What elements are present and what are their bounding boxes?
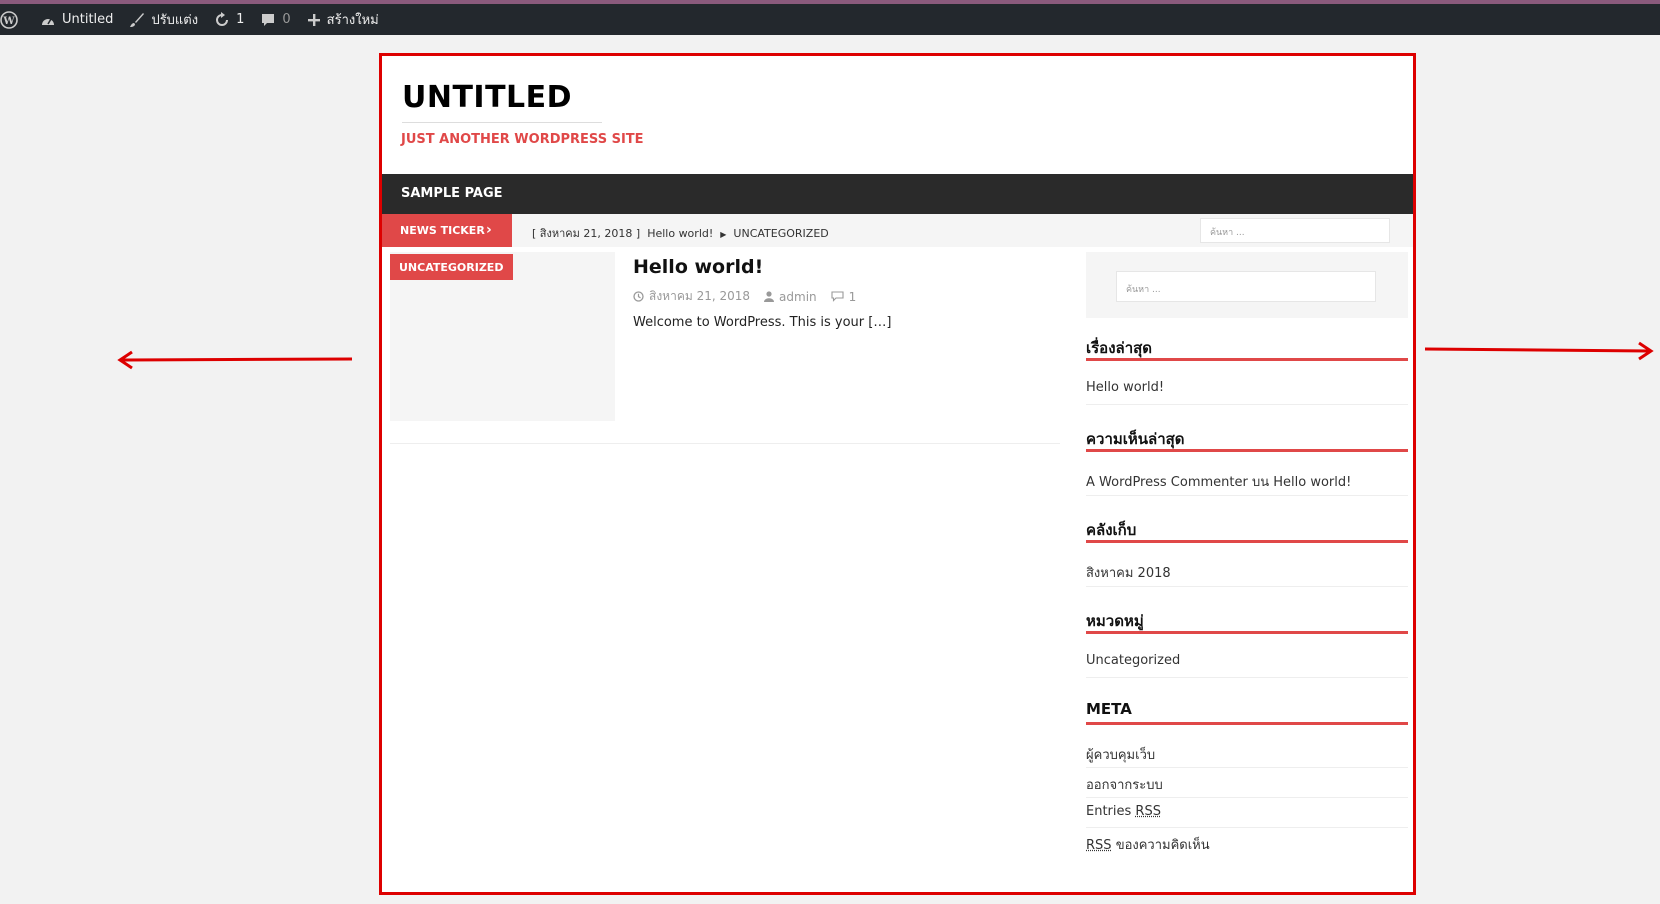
wordpress-icon: W — [0, 10, 18, 29]
caret-right-icon: ▶ — [720, 230, 727, 239]
highlighted-site-frame: UNTITLED JUST ANOTHER WORDPRESS SITE SAM… — [379, 53, 1416, 895]
sidebar-search-input[interactable]: ค้นหา ... — [1116, 271, 1376, 302]
updates-button[interactable]: 1 — [206, 4, 252, 35]
site-name-label: Untitled — [62, 12, 114, 27]
right-arrow-annotation — [1424, 341, 1654, 361]
item-divider — [1086, 586, 1408, 587]
comment-author-link[interactable]: A WordPress Commenter — [1086, 475, 1248, 490]
site-title[interactable]: UNTITLED — [402, 80, 572, 115]
meta-entries-rss-link[interactable]: Entries RSS — [1086, 804, 1161, 819]
chevron-right-icon: › — [486, 222, 492, 238]
ticker-item[interactable]: [ สิงหาคม 21, 2018 ] Hello world! ▶ UNCA… — [532, 224, 829, 242]
comment-bubble-icon — [262, 13, 275, 26]
customize-button[interactable]: ปรับแต่ง — [121, 4, 206, 35]
post-date: สิงหาคม 21, 2018 — [633, 287, 750, 306]
item-divider — [1086, 677, 1408, 678]
ticker-date: [ สิงหาคม 21, 2018 ] — [532, 227, 641, 240]
item-divider — [1086, 797, 1408, 798]
post-author[interactable]: admin — [764, 290, 817, 304]
post-comments[interactable]: 1 — [831, 289, 857, 304]
site-header: UNTITLED JUST ANOTHER WORDPRESS SITE — [382, 56, 1413, 174]
widget-rule — [1086, 358, 1408, 361]
item-divider — [1086, 827, 1408, 828]
post-category-badge[interactable]: UNCATEGORIZED — [390, 254, 514, 280]
post-comments-count: 1 — [848, 289, 857, 304]
new-content-label: สร้างใหม่ — [326, 13, 379, 28]
left-arrow-annotation — [117, 350, 353, 370]
updates-count: 1 — [236, 12, 245, 27]
comments-rss-text: ของความคิดเห็น — [1115, 838, 1210, 853]
wordpress-logo-button[interactable]: W — [0, 4, 32, 35]
widget-rule — [1086, 449, 1408, 452]
comment-on-text: บน — [1251, 475, 1270, 490]
post-author-text: admin — [779, 289, 817, 304]
meta-admin-link[interactable]: ผู้ควบคุมเว็บ — [1086, 744, 1155, 765]
ticker-headline[interactable]: Hello world! — [647, 227, 713, 240]
refresh-icon — [216, 11, 229, 26]
nav-item-sample-page[interactable]: SAMPLE PAGE — [401, 186, 503, 201]
header-search-input[interactable]: ค้นหา ... — [1200, 218, 1390, 243]
news-ticker: NEWS TICKER › [ สิงหาคม 21, 2018 ] Hello… — [382, 214, 1413, 247]
widget-title-categories: หมวดหมู่ — [1086, 612, 1144, 630]
meta-logout-link[interactable]: ออกจากระบบ — [1086, 774, 1163, 795]
clock-icon — [633, 291, 644, 302]
read-more-link[interactable]: […] — [868, 315, 891, 330]
brush-icon — [130, 12, 145, 27]
widget-title-archives: คลังเก็บ — [1086, 521, 1137, 539]
meta-comments-rss-link[interactable]: RSS ของความคิดเห็น — [1086, 834, 1210, 855]
comments-count: 0 — [282, 12, 291, 27]
archive-link[interactable]: สิงหาคม 2018 — [1086, 562, 1171, 583]
site-name-button[interactable]: Untitled — [32, 4, 121, 35]
widget-title-recent-comments: ความเห็นล่าสุด — [1086, 430, 1185, 448]
widget-rule — [1086, 722, 1408, 725]
svg-text:W: W — [2, 16, 15, 27]
dashboard-icon — [42, 18, 54, 25]
new-content-button[interactable]: สร้างใหม่ — [299, 4, 387, 35]
main-navigation: SAMPLE PAGE — [382, 174, 1413, 214]
site-description: JUST ANOTHER WORDPRESS SITE — [401, 132, 644, 147]
widget-rule — [1086, 540, 1408, 543]
comments-button[interactable]: 0 — [252, 4, 298, 35]
item-divider — [1086, 495, 1408, 496]
widget-rule — [1086, 631, 1408, 634]
post-divider — [390, 443, 1060, 444]
post-date-text: สิงหาคม 21, 2018 — [649, 289, 751, 303]
item-divider — [1086, 767, 1408, 768]
entries-text: Entries — [1086, 804, 1132, 819]
post-meta: สิงหาคม 21, 2018 admin 1 — [633, 287, 870, 306]
item-divider — [1086, 404, 1408, 405]
widget-title-meta: META — [1086, 700, 1132, 718]
post-title[interactable]: Hello world! — [633, 256, 763, 278]
title-divider — [402, 122, 602, 123]
customize-label: ปรับแต่ง — [151, 13, 199, 28]
admin-bar: W Untitled ปรับแต่ง 1 0 สร้างใหม่ — [0, 4, 1660, 35]
rss-abbr: RSS — [1086, 838, 1112, 853]
news-ticker-label-text: NEWS TICKER — [400, 224, 485, 237]
widget-title-recent-posts: เรื่องล่าสุด — [1086, 339, 1153, 357]
ticker-category[interactable]: UNCATEGORIZED — [733, 227, 828, 240]
plus-icon — [307, 13, 320, 26]
comment-post-link[interactable]: Hello world! — [1273, 475, 1351, 490]
post-excerpt: Welcome to WordPress. This is your […] — [633, 315, 891, 330]
user-icon — [764, 291, 775, 302]
rss-abbr: RSS — [1135, 804, 1161, 819]
recent-comment-item: A WordPress Commenter บน Hello world! — [1086, 471, 1351, 492]
recent-post-link[interactable]: Hello world! — [1086, 380, 1164, 395]
comment-icon — [831, 291, 844, 302]
category-link[interactable]: Uncategorized — [1086, 653, 1180, 668]
post-excerpt-text: Welcome to WordPress. This is your — [633, 315, 865, 330]
news-ticker-label: NEWS TICKER › — [382, 214, 512, 247]
